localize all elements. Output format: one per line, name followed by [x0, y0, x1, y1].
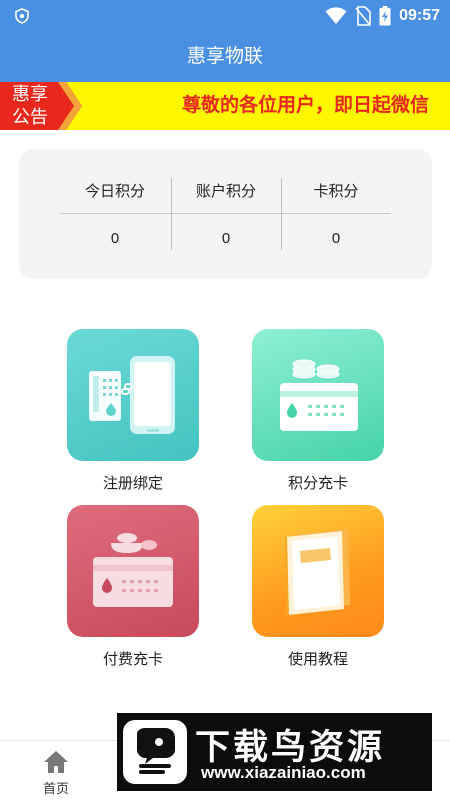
tile-tutorial[interactable]: 使用教程	[252, 505, 384, 669]
tile-label: 付费充卡	[102, 651, 163, 668]
points-value: 0	[331, 230, 341, 247]
home-icon	[44, 751, 68, 773]
notice-banner[interactable]: 惠享 公告 尊敬的各位用户，即日起微信	[0, 82, 450, 130]
notice-badge: 惠享 公告	[0, 82, 84, 130]
watermark-logo	[123, 720, 187, 784]
points-card: 今日积分 0 账户积分 0 卡积分 0	[19, 149, 432, 279]
paid-recharge-icon	[67, 505, 199, 637]
points-today: 今日积分 0	[60, 149, 170, 279]
tile-label: 使用教程	[287, 651, 348, 668]
notice-text: 尊敬的各位用户，即日起微信	[182, 95, 430, 116]
points-card-balance: 卡积分 0	[281, 149, 391, 279]
status-bar: 09:57	[0, 0, 450, 32]
tutorial-book-icon	[252, 505, 384, 637]
clock: 09:57	[399, 7, 440, 24]
points-value: 0	[221, 230, 231, 247]
watermark-url: www.xiazainiao.com	[201, 763, 366, 782]
points-label: 账户积分	[195, 183, 256, 200]
shield-icon	[15, 8, 29, 24]
notice-badge-label: 惠享 公告	[12, 84, 48, 128]
nav-home[interactable]: 首页	[0, 741, 112, 800]
register-bind-icon	[67, 329, 199, 461]
tile-points-recharge[interactable]: 积分充卡	[252, 329, 384, 493]
watermark: 下载鸟资源 www.xiazainiao.com	[117, 713, 432, 791]
divider	[171, 178, 172, 250]
tile-register-bind[interactable]: 注册绑定	[67, 329, 199, 493]
nav-home-label: 首页	[42, 781, 69, 796]
app-title: 惠享物联	[0, 32, 450, 82]
tile-label: 注册绑定	[102, 475, 163, 492]
points-label: 今日积分	[84, 183, 145, 200]
divider	[281, 178, 282, 250]
points-account: 账户积分 0	[171, 149, 281, 279]
points-label: 卡积分	[313, 183, 359, 200]
wifi-icon	[325, 7, 347, 24]
tile-paid-recharge[interactable]: 付费充卡	[67, 505, 199, 669]
battery-charging-icon	[379, 6, 391, 26]
tile-label: 积分充卡	[287, 475, 348, 492]
divider	[60, 213, 391, 214]
points-recharge-icon	[252, 329, 384, 461]
no-sim-icon	[355, 6, 371, 26]
points-value: 0	[110, 230, 120, 247]
